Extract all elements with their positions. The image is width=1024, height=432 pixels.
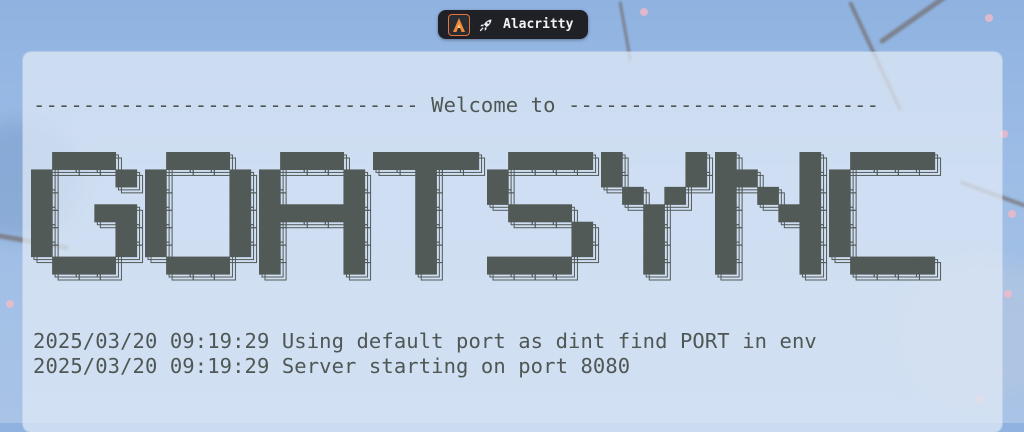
log-line: 2025/03/20 09:19:29 Using default port a… — [33, 329, 817, 353]
banner-letter — [601, 152, 714, 281]
log-line: 2025/03/20 09:19:29 Server starting on p… — [33, 354, 631, 378]
banner-letter — [373, 152, 486, 281]
window-title: Alacritty — [503, 17, 574, 32]
banner-letter — [259, 152, 372, 281]
alacritty-icon — [448, 13, 470, 36]
welcome-line: ------------------------------- Welcome … — [33, 93, 880, 117]
rocket-icon — [479, 19, 492, 31]
taskbar-window-button[interactable]: Alacritty — [438, 10, 588, 39]
banner-letter — [715, 152, 828, 281]
banner-letter — [145, 152, 258, 281]
banner-letter — [487, 152, 600, 281]
ascii-banner — [31, 152, 942, 281]
terminal-window[interactable]: ------------------------------- Welcome … — [23, 52, 1002, 432]
banner-letter — [31, 152, 144, 281]
banner-letter — [829, 152, 942, 281]
